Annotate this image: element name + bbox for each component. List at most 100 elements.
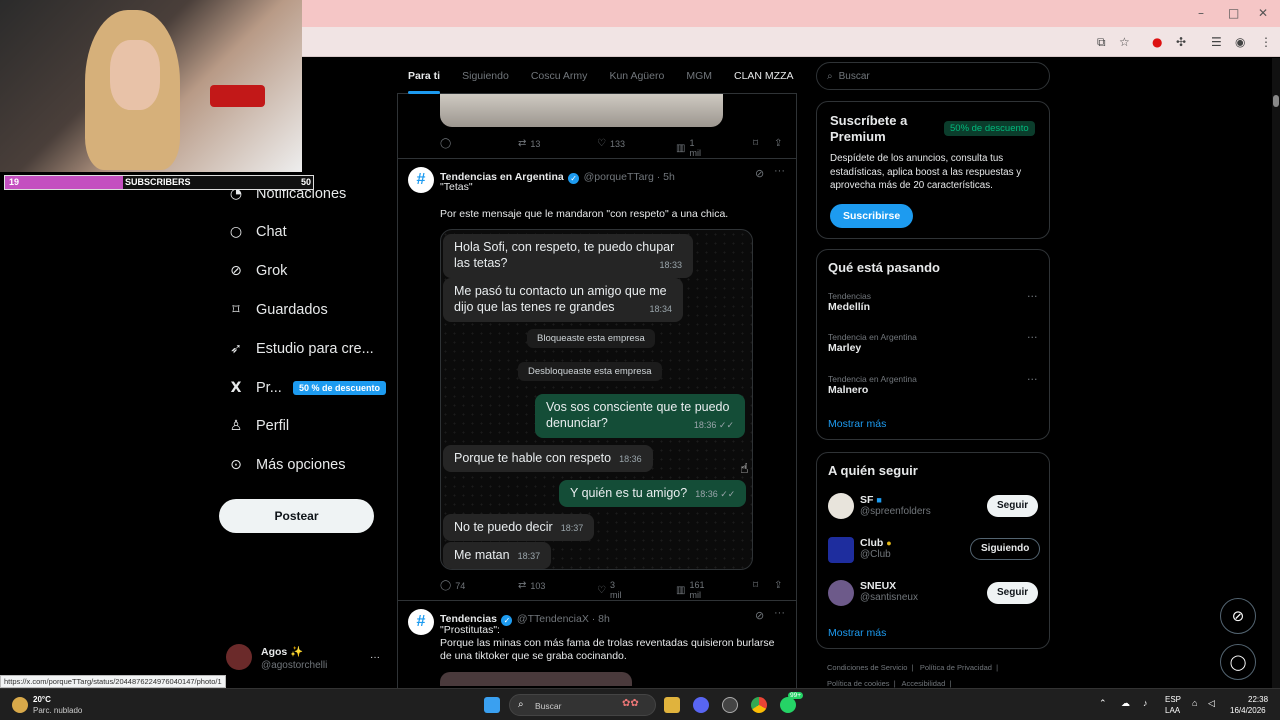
tweet-avatar[interactable]: # bbox=[408, 609, 434, 635]
tab-siguiendo[interactable]: Siguiendo bbox=[462, 58, 509, 94]
account-more-icon[interactable]: ··· bbox=[370, 652, 380, 663]
post-button[interactable]: Postear bbox=[219, 499, 374, 533]
reply-button[interactable]: ◯ 74 bbox=[440, 580, 465, 591]
extension-red-icon[interactable]: ● bbox=[1152, 35, 1162, 49]
scrollbar[interactable] bbox=[1272, 58, 1280, 688]
follow-show-more-link[interactable]: Mostrar más bbox=[828, 627, 886, 639]
chrome-icon[interactable] bbox=[751, 697, 767, 713]
follow-button[interactable]: Seguir bbox=[987, 495, 1039, 517]
search-input[interactable]: Buscar bbox=[839, 71, 870, 82]
trend-more-icon[interactable]: ··· bbox=[1027, 290, 1038, 303]
avatar[interactable] bbox=[828, 580, 854, 606]
maximize-button[interactable]: □ bbox=[1228, 6, 1239, 20]
previous-tweet-image[interactable] bbox=[440, 94, 723, 127]
sidebar-item-more-options[interactable]: ⊙ Más opciones bbox=[228, 453, 345, 477]
minimize-button[interactable]: – bbox=[1198, 6, 1204, 20]
install-icon[interactable]: ⧉ bbox=[1097, 35, 1106, 50]
discord-icon[interactable] bbox=[693, 697, 709, 713]
trends-show-more-link[interactable]: Mostrar más bbox=[828, 418, 886, 430]
bookmark-button[interactable]: ⌑ bbox=[753, 580, 758, 591]
tab-clan-mzza[interactable]: CLAN MZZA bbox=[734, 58, 794, 94]
tweet-image-chat-screenshot[interactable]: Hola Sofi, con respeto, te puedo chupar … bbox=[440, 229, 753, 570]
tweet-image[interactable] bbox=[440, 672, 632, 686]
puzzle-icon[interactable]: ✣ bbox=[1176, 35, 1186, 49]
trend-more-icon[interactable]: ··· bbox=[1027, 331, 1038, 344]
star-icon[interactable]: ☆ bbox=[1119, 35, 1130, 49]
subscribe-button[interactable]: Suscribirse bbox=[830, 204, 914, 228]
taskbar-search[interactable]: ⌕ Buscar ✿✿ bbox=[509, 694, 656, 716]
views-button[interactable]: ▥ 1 mil bbox=[676, 138, 701, 158]
footer-link-cookies[interactable]: Política de cookies bbox=[827, 679, 890, 688]
share-button[interactable]: ⇪ bbox=[774, 580, 782, 591]
search-box[interactable]: ⌕ Buscar bbox=[816, 62, 1050, 90]
avatar[interactable] bbox=[828, 493, 854, 519]
mic-icon[interactable]: ♪ bbox=[1143, 698, 1148, 708]
sidebar-item-creator-studio[interactable]: ➶ Estudio para cre... bbox=[228, 337, 374, 361]
tweet-more-icon[interactable]: ··· bbox=[774, 165, 785, 177]
grok-explain-icon[interactable]: ⊘ bbox=[755, 609, 764, 622]
sidebar-item-profile[interactable]: ♙ Perfil bbox=[228, 414, 289, 438]
footer-link-terms[interactable]: Condiciones de Servicio bbox=[827, 663, 907, 672]
tray-chevron-icon[interactable]: ⌃ bbox=[1099, 698, 1107, 709]
wifi-icon[interactable]: ⌂ bbox=[1192, 698, 1197, 708]
taskbar-search-input[interactable]: Buscar bbox=[535, 701, 561, 711]
more-icon[interactable]: ⋮ bbox=[1260, 35, 1272, 49]
tweet-author-handle[interactable]: @porqueTTarg · 5h bbox=[584, 171, 675, 183]
footer-link-privacy[interactable]: Política de Privacidad bbox=[920, 663, 992, 672]
whatsapp-badge: 99+ bbox=[788, 692, 804, 699]
menu-list-icon[interactable]: ☰ bbox=[1211, 35, 1222, 49]
file-explorer-icon[interactable] bbox=[664, 697, 680, 713]
avatar[interactable] bbox=[828, 537, 854, 563]
tab-para-ti[interactable]: Para ti bbox=[408, 58, 441, 94]
whatsapp-icon[interactable] bbox=[780, 697, 796, 713]
weather-icon[interactable] bbox=[12, 697, 28, 713]
clock-time[interactable]: 22:38 bbox=[1248, 695, 1268, 704]
sidebar-item-grok[interactable]: ⊘ Grok bbox=[228, 259, 287, 283]
scrollbar-thumb[interactable] bbox=[1273, 95, 1279, 107]
tray-network-icon[interactable]: ☁ bbox=[1121, 698, 1130, 709]
sidebar-item-premium[interactable]: X Pr... bbox=[228, 376, 282, 400]
grok-explain-icon[interactable]: ⊘ bbox=[755, 167, 764, 180]
trend-name: Medellín bbox=[828, 301, 871, 313]
footer-link-accessibility[interactable]: Accesibilidad bbox=[902, 679, 946, 688]
tweet-author-handle[interactable]: @TTendenciaX · 8h bbox=[517, 613, 610, 625]
tweet-avatar[interactable]: # bbox=[408, 167, 434, 193]
volume-icon[interactable]: ◁ bbox=[1208, 698, 1215, 709]
profile-icon[interactable]: ◉ bbox=[1235, 35, 1245, 49]
avatar[interactable] bbox=[226, 644, 252, 670]
language-code[interactable]: ESP bbox=[1165, 695, 1181, 704]
sidebar-item-label: Grok bbox=[256, 263, 288, 279]
following-button[interactable]: Siguiendo bbox=[970, 538, 1041, 560]
weather-temp[interactable]: 20°C bbox=[33, 695, 51, 704]
close-window-button[interactable]: ✕ bbox=[1258, 6, 1268, 20]
share-button[interactable]: ⇪ bbox=[774, 138, 782, 149]
bookmark-button[interactable]: ⌑ bbox=[753, 138, 758, 149]
tab-coscu-army[interactable]: Coscu Army bbox=[531, 58, 588, 94]
clock-date[interactable]: 16/4/2026 bbox=[1230, 706, 1266, 715]
follow-button[interactable]: Seguir bbox=[987, 582, 1039, 604]
trend-item[interactable]: Tendencia en Argentina Malnero bbox=[828, 374, 917, 396]
reply-button[interactable]: ◯ bbox=[440, 138, 451, 149]
like-button[interactable]: ♡ 3 mil bbox=[597, 580, 621, 600]
messages-float-button[interactable]: ◯ bbox=[1220, 644, 1256, 680]
sidebar-item-bookmarks[interactable]: ⌑ Guardados bbox=[228, 298, 327, 322]
obs-icon[interactable] bbox=[722, 697, 738, 713]
follow-suggestion[interactable]: SNEUX @santisneux bbox=[860, 580, 918, 603]
tweet-more-icon[interactable]: ··· bbox=[774, 607, 785, 619]
like-button[interactable]: ♡ 133 bbox=[597, 138, 625, 149]
grok-float-button[interactable]: ⊘ bbox=[1220, 598, 1256, 634]
windows-start-icon[interactable] bbox=[484, 697, 500, 713]
follow-suggestion[interactable]: Club ● @Club bbox=[860, 537, 892, 560]
weather-desc[interactable]: Parc. nublado bbox=[33, 706, 82, 715]
trend-more-icon[interactable]: ··· bbox=[1027, 373, 1038, 386]
tab-kun-aguero[interactable]: Kun Agüero bbox=[609, 58, 664, 94]
retweet-button[interactable]: ⇄ 103 bbox=[518, 580, 545, 591]
sidebar-item-chat[interactable]: ○ Chat bbox=[228, 220, 287, 244]
follow-suggestion[interactable]: SF ■ @spreenfolders bbox=[860, 494, 931, 517]
tab-mgm[interactable]: MGM bbox=[686, 58, 712, 94]
trend-item[interactable]: Tendencias Medellín bbox=[828, 291, 871, 313]
trend-item[interactable]: Tendencia en Argentina Marley bbox=[828, 332, 917, 354]
views-button[interactable]: ▥ 161 mil bbox=[676, 580, 704, 600]
retweet-button[interactable]: ⇄ 13 bbox=[518, 138, 540, 149]
keyboard-layout[interactable]: LAA bbox=[1165, 706, 1180, 715]
